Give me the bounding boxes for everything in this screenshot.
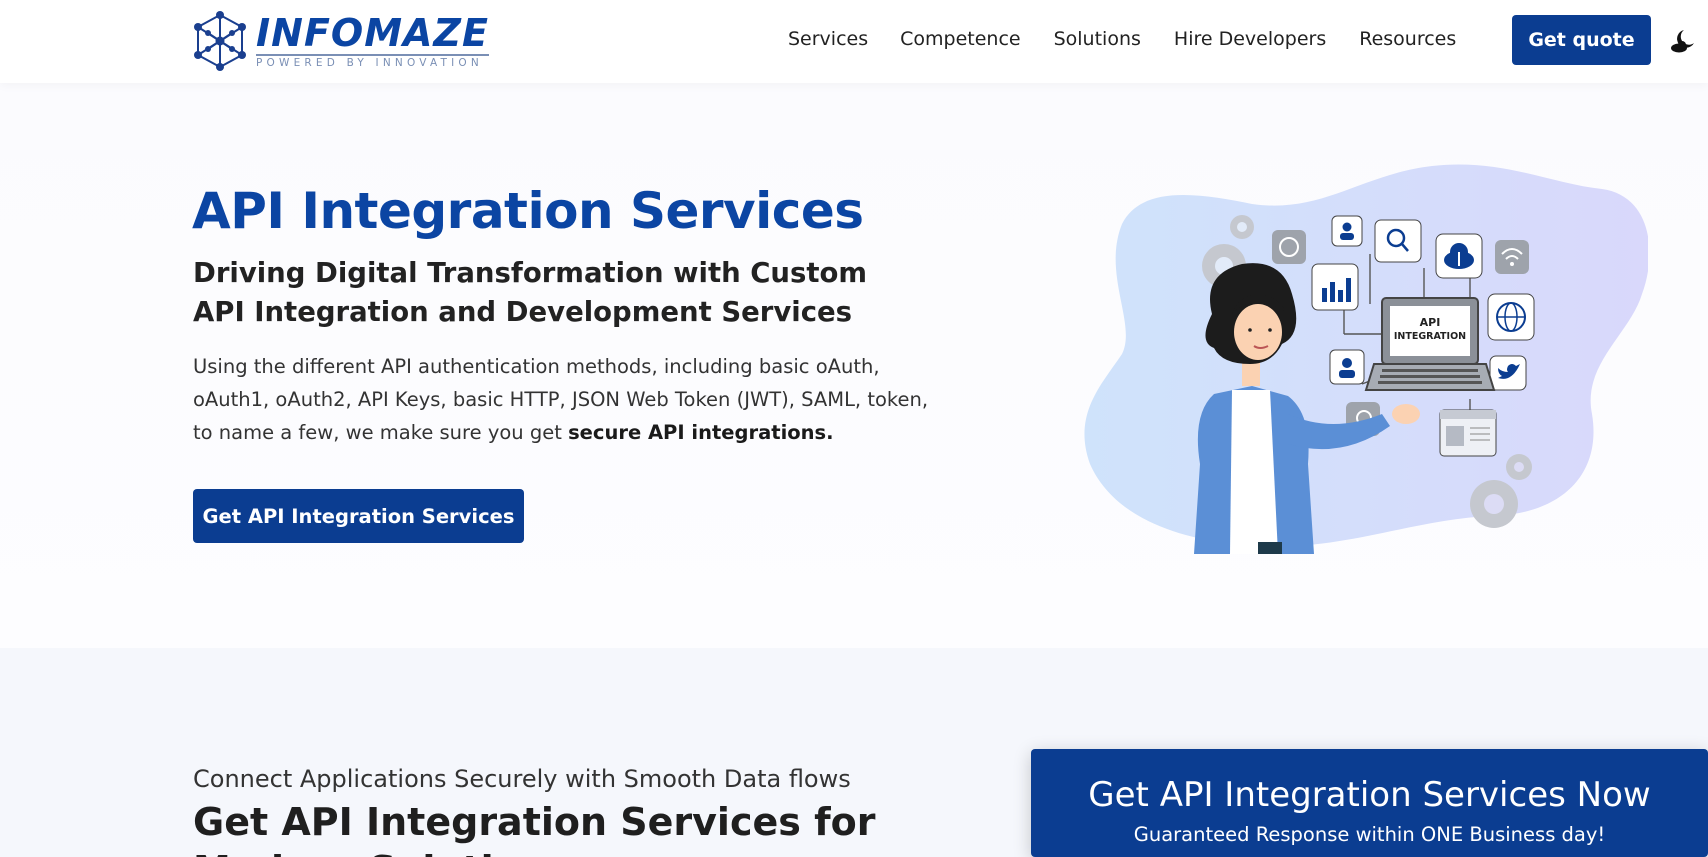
main-nav: Services Competence Solutions Hire Devel… bbox=[788, 24, 1489, 54]
chart-icon bbox=[1311, 263, 1359, 311]
page-title: API Integration Services bbox=[192, 182, 864, 240]
browser-window-icon bbox=[1439, 409, 1497, 457]
svg-text:INTEGRATION: INTEGRATION bbox=[1394, 331, 1466, 342]
nav-resources[interactable]: Resources bbox=[1359, 24, 1456, 54]
card-subtitle: Guaranteed Response within ONE Business … bbox=[1133, 823, 1606, 846]
logo-name: INFOMAZE bbox=[256, 11, 489, 55]
get-quote-button[interactable]: Get quote bbox=[1512, 15, 1651, 65]
contact-form-card: Get API Integration Services Now Guarant… bbox=[1031, 749, 1708, 857]
api-integration-illustration: API INTEGRATION bbox=[1084, 164, 1648, 554]
user-icon bbox=[1329, 349, 1365, 385]
section-title: Get API Integration Services for Modern … bbox=[193, 800, 876, 857]
whatsapp-icon bbox=[1272, 230, 1306, 264]
search-icon bbox=[1374, 219, 1422, 263]
cloud-upload-icon bbox=[1435, 233, 1483, 279]
get-api-integration-button[interactable]: Get API Integration Services bbox=[193, 489, 524, 543]
site-header: INFOMAZE POWERED BY INNOVATION Services … bbox=[0, 0, 1708, 83]
laptop-icon: API INTEGRATION bbox=[1364, 297, 1496, 391]
user-icon bbox=[1331, 215, 1363, 247]
logo[interactable]: INFOMAZE POWERED BY INNOVATION bbox=[192, 10, 522, 72]
logo-tagline: POWERED BY INNOVATION bbox=[256, 54, 489, 69]
hero-description-bold: secure API integrations. bbox=[568, 421, 834, 444]
hero-description: Using the different API authentication m… bbox=[193, 350, 933, 449]
hero-subtitle: Driving Digital Transformation with Cust… bbox=[193, 257, 868, 328]
nav-competence[interactable]: Competence bbox=[900, 24, 1020, 54]
network-logo-icon bbox=[194, 11, 246, 71]
svg-text:API: API bbox=[1420, 316, 1441, 329]
nav-solutions[interactable]: Solutions bbox=[1054, 24, 1141, 54]
wifi-icon bbox=[1495, 240, 1529, 274]
globe-icon bbox=[1487, 293, 1535, 341]
twitter-icon bbox=[1489, 355, 1527, 391]
nav-hire-developers[interactable]: Hire Developers bbox=[1174, 24, 1326, 54]
card-title: Get API Integration Services Now bbox=[1088, 775, 1651, 815]
section-kicker: Connect Applications Securely with Smoot… bbox=[193, 765, 851, 793]
background-blob bbox=[1084, 164, 1648, 547]
nav-services[interactable]: Services bbox=[788, 24, 868, 54]
moon-cloud-icon[interactable] bbox=[1670, 27, 1698, 55]
